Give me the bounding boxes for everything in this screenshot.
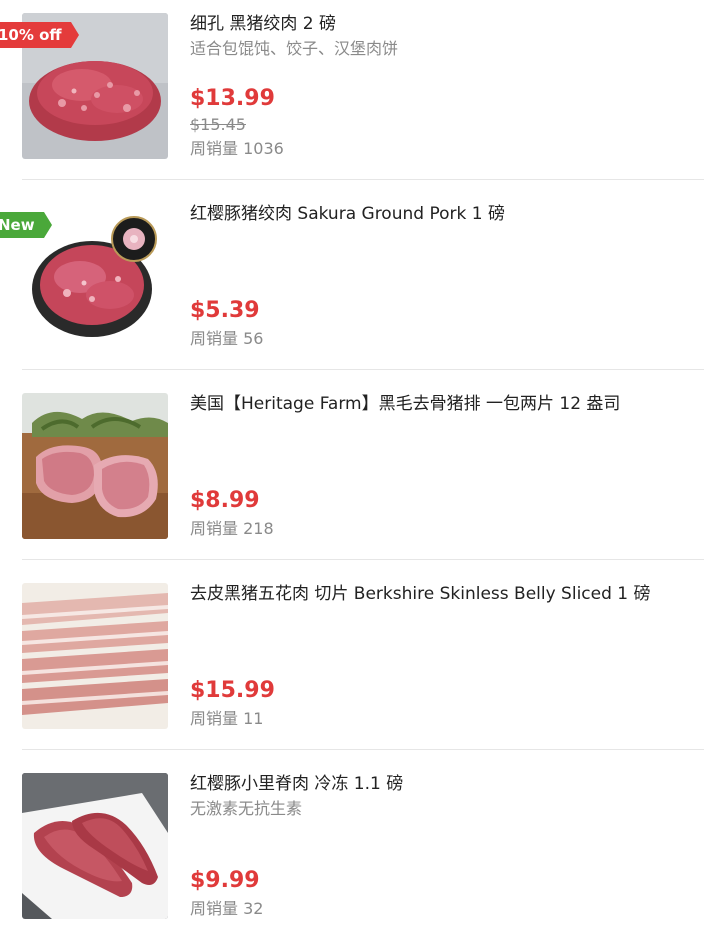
product-price: $5.39 [190,298,260,323]
original-price: $15.45 [190,115,246,134]
divider [22,179,704,180]
product-card[interactable]: 去皮黑猪五花肉 切片 Berkshire Skinless Belly Slic… [22,572,704,762]
product-info: 美国【Heritage Farm】黑毛去骨猪排 一包两片 12 盎司 [190,393,690,415]
product-price: $9.99 [190,868,260,893]
pork-chop-image[interactable] [22,393,168,539]
pork-belly-image[interactable] [22,583,168,729]
product-card[interactable]: 美国【Heritage Farm】黑毛去骨猪排 一包两片 12 盎司 $8.99… [22,382,704,572]
divider [22,369,704,370]
divider [22,749,704,750]
product-info: 细孔 黑猪绞肉 2 磅 适合包馄饨、饺子、汉堡肉饼 [190,13,690,60]
product-info: 红樱豚小里脊肉 冷冻 1.1 磅 无激素无抗生素 [190,773,690,820]
discount-badge: 10% off [0,22,79,48]
product-card[interactable]: 细孔 黑猪绞肉 2 磅 适合包馄饨、饺子、汉堡肉饼 $13.99 $15.45 … [22,2,704,192]
product-info: 去皮黑猪五花肉 切片 Berkshire Skinless Belly Slic… [190,583,690,605]
product-title[interactable]: 红樱豚猪绞肉 Sakura Ground Pork 1 磅 [190,203,690,225]
weekly-sales: 周销量 1036 [190,139,284,158]
product-title[interactable]: 红樱豚小里脊肉 冷冻 1.1 磅 [190,773,690,795]
product-card[interactable]: 红樱豚小里脊肉 冷冻 1.1 磅 无激素无抗生素 $9.99 周销量 32 [22,762,704,952]
product-price: $13.99 [190,86,275,111]
product-price: $8.99 [190,488,260,513]
product-title[interactable]: 美国【Heritage Farm】黑毛去骨猪排 一包两片 12 盎司 [190,393,690,415]
product-subtitle: 适合包馄饨、饺子、汉堡肉饼 [190,39,399,58]
weekly-sales: 周销量 56 [190,329,264,348]
product-info: 红樱豚猪绞肉 Sakura Ground Pork 1 磅 [190,203,690,225]
product-price: $15.99 [190,678,275,703]
product-title[interactable]: 去皮黑猪五花肉 切片 Berkshire Skinless Belly Slic… [190,583,690,605]
weekly-sales: 周销量 32 [190,899,264,918]
weekly-sales: 周销量 11 [190,709,264,728]
pork-tenderloin-image[interactable] [22,773,168,919]
new-badge: New [0,212,52,238]
weekly-sales: 周销量 218 [190,519,274,538]
product-card[interactable]: 红樱豚猪绞肉 Sakura Ground Pork 1 磅 $5.39 周销量 … [22,192,704,382]
divider [22,559,704,560]
product-subtitle: 无激素无抗生素 [190,799,303,818]
product-title[interactable]: 细孔 黑猪绞肉 2 磅 [190,13,690,35]
